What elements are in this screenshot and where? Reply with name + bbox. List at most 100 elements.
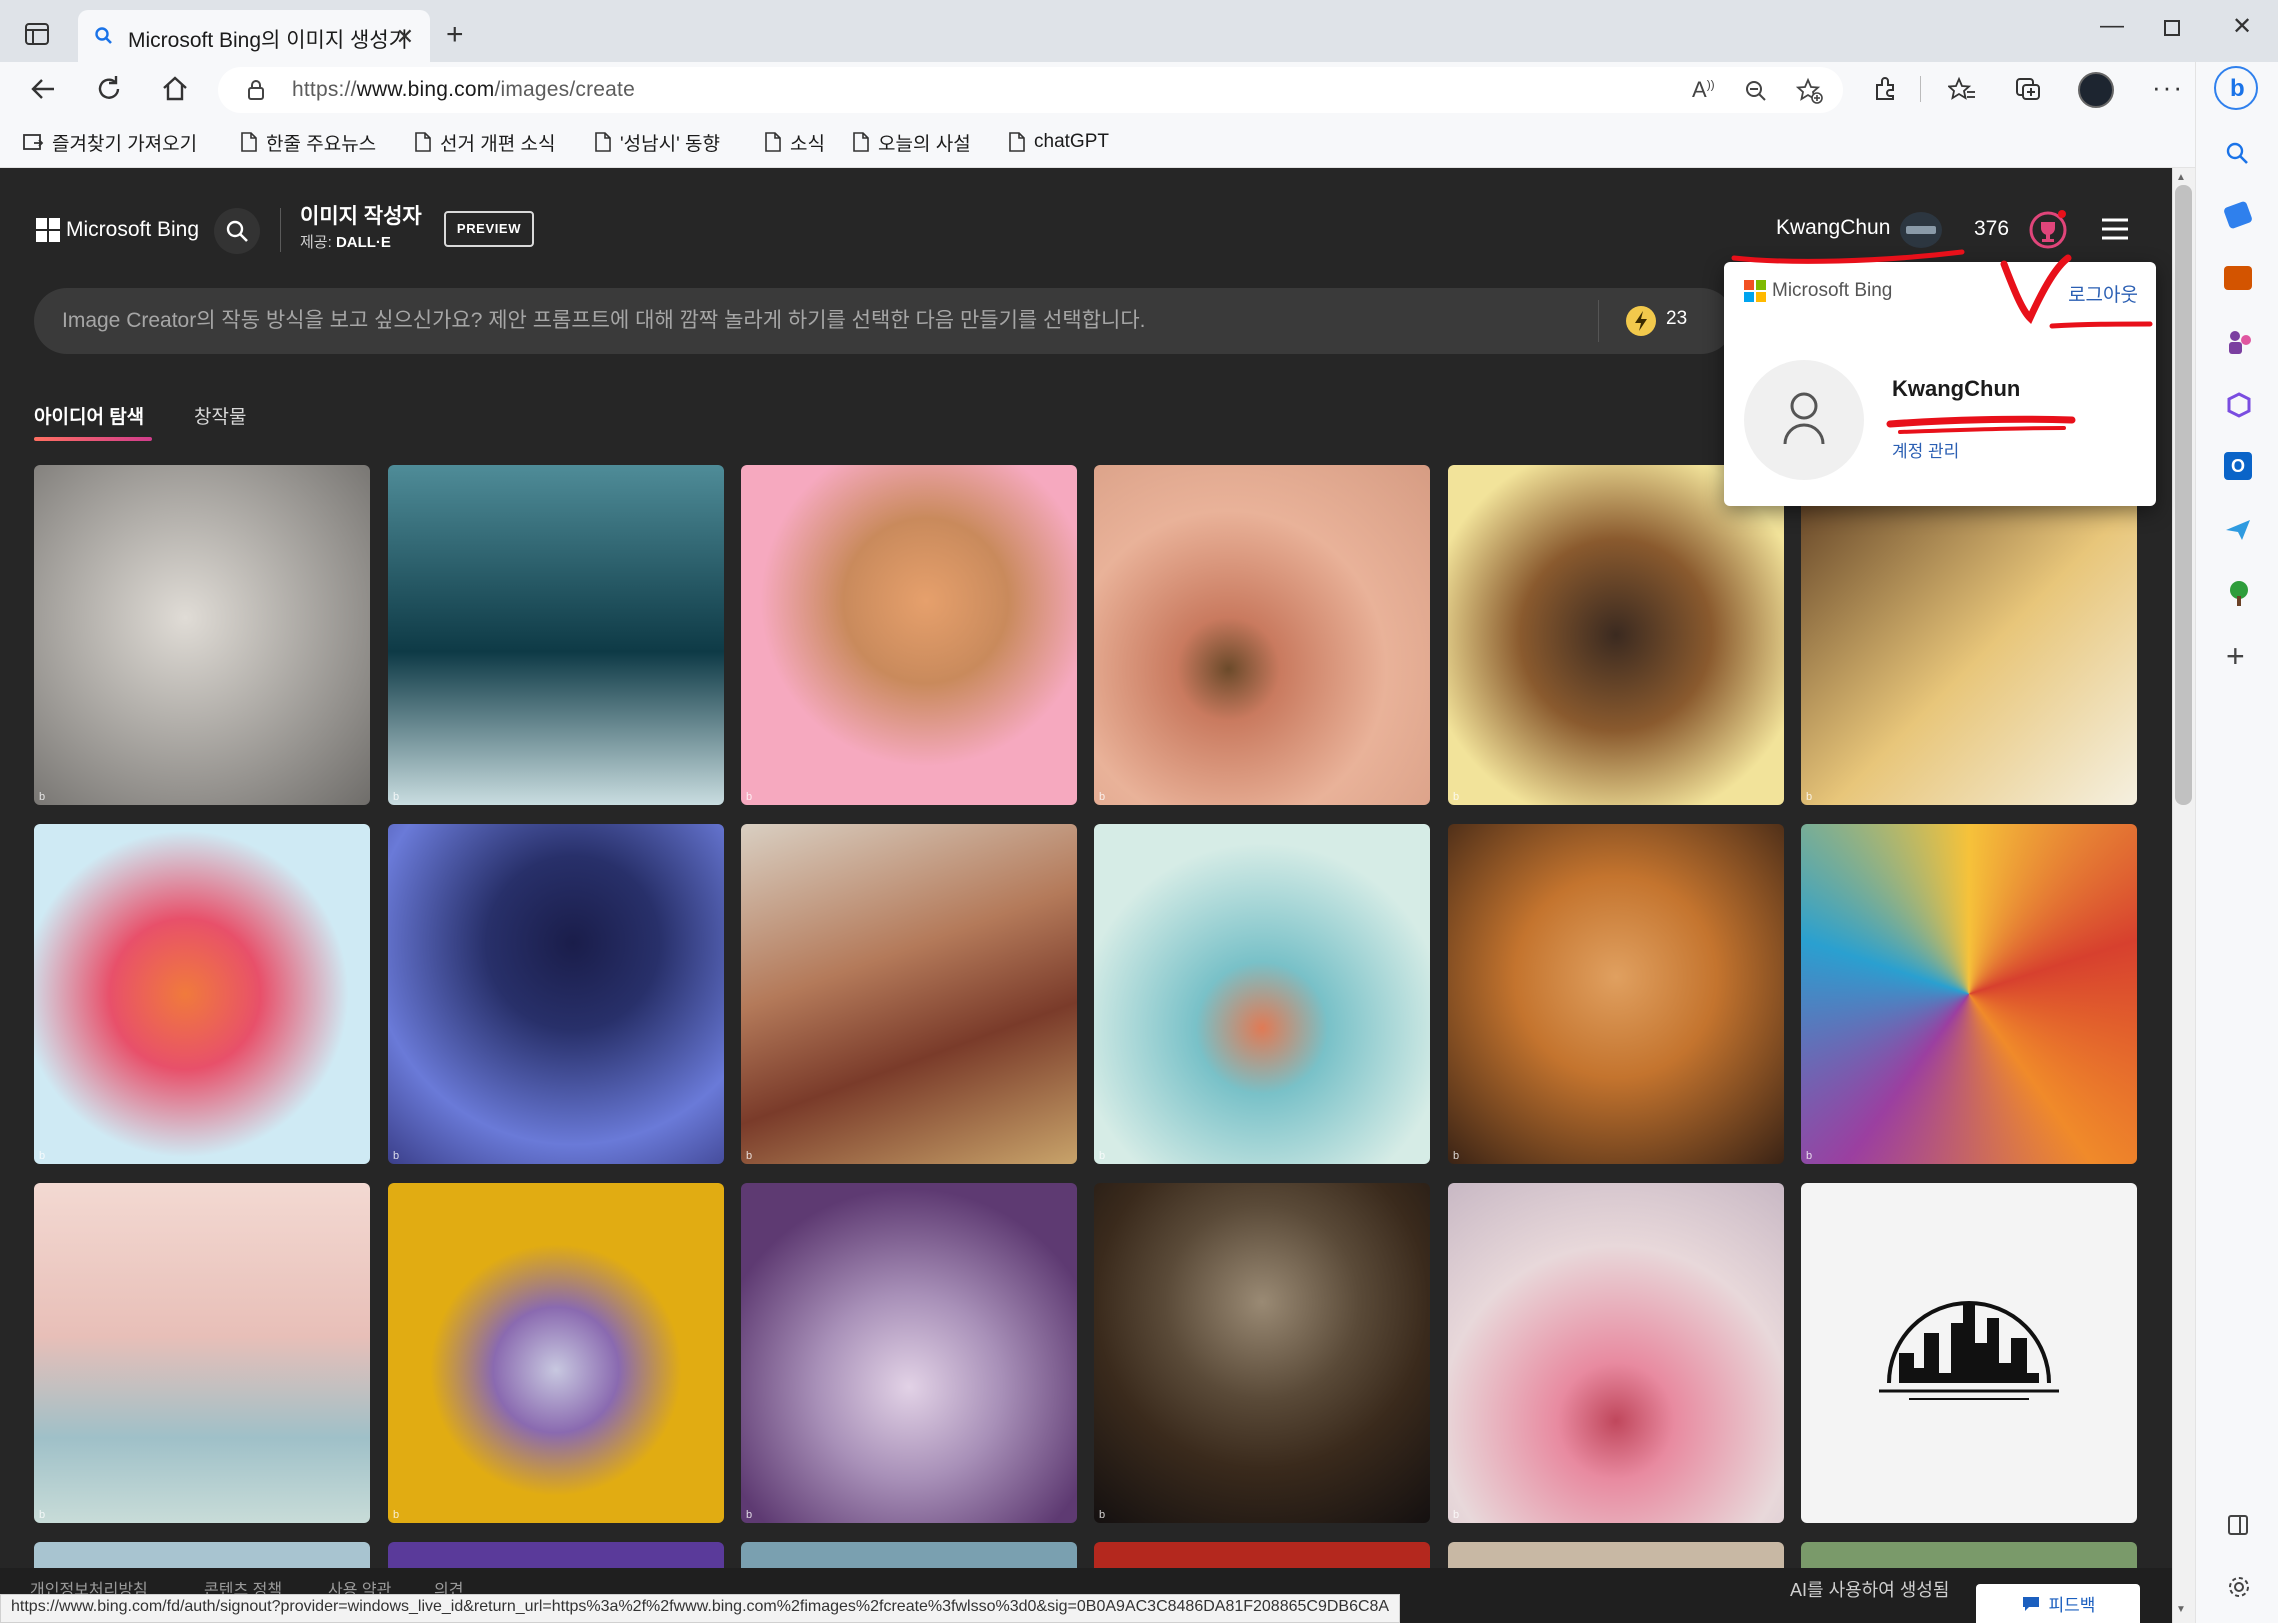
- maximize-icon[interactable]: [2164, 20, 2180, 36]
- page-subtitle: 제공: DALL·E: [300, 234, 391, 251]
- manage-account-link[interactable]: 계정 관리: [1892, 437, 1959, 462]
- home-icon[interactable]: [160, 74, 190, 104]
- gallery-image[interactable]: b: [34, 824, 370, 1164]
- popup-avatar: [1744, 360, 1864, 480]
- scroll-down-icon[interactable]: ▼: [2176, 1604, 2186, 1615]
- boost-lightning-icon: [1626, 306, 1656, 336]
- bing-chat-icon[interactable]: b: [2214, 66, 2258, 110]
- favorites-icon[interactable]: [1948, 76, 1976, 102]
- send-icon[interactable]: [2224, 518, 2252, 542]
- favorite-item[interactable]: 오늘의 사설: [852, 128, 971, 156]
- gallery-image[interactable]: b: [1448, 824, 1784, 1164]
- gallery-image[interactable]: b: [1094, 824, 1430, 1164]
- address-bar[interactable]: https://www.bing.com/images/create A)): [218, 67, 1843, 113]
- read-aloud-icon[interactable]: A)): [1692, 77, 1715, 103]
- search-icon: [226, 220, 248, 242]
- favorite-item[interactable]: 한줄 주요뉴스: [240, 128, 376, 156]
- rewards-trophy-icon[interactable]: [2028, 210, 2068, 250]
- bing-watermark: b: [393, 1509, 400, 1521]
- add-favorite-icon[interactable]: [1796, 77, 1824, 105]
- minimize-icon[interactable]: —: [2100, 12, 2124, 40]
- hamburger-menu-icon[interactable]: [2100, 217, 2130, 243]
- outlook-icon[interactable]: O: [2224, 452, 2252, 480]
- bing-watermark: b: [1099, 791, 1106, 803]
- gallery-image[interactable]: b: [388, 824, 724, 1164]
- sidebar-search-icon[interactable]: [2224, 140, 2250, 166]
- person-icon: [1783, 392, 1825, 445]
- favorite-item[interactable]: 소식: [764, 128, 825, 156]
- microsoft-color-logo-icon: [1744, 280, 1766, 302]
- favorite-item[interactable]: 선거 개편 소식: [414, 128, 555, 156]
- bing-watermark: b: [39, 1150, 46, 1162]
- hide-sidebar-icon[interactable]: [2228, 1515, 2248, 1535]
- scroll-up-icon[interactable]: ▲: [2176, 172, 2186, 183]
- bing-logo-text[interactable]: Microsoft Bing: [66, 218, 199, 242]
- favorite-item[interactable]: '성남시' 동향: [594, 128, 720, 156]
- tree-icon[interactable]: [2226, 580, 2252, 608]
- preview-badge: PREVIEW: [444, 211, 534, 247]
- close-tab-icon[interactable]: ✕: [396, 24, 414, 50]
- microsoft-logo-icon[interactable]: [36, 218, 60, 242]
- extensions-icon[interactable]: [1873, 76, 1899, 102]
- favorite-label: chatGPT: [1034, 131, 1109, 152]
- favorite-import[interactable]: 즐겨찾기 가져오기: [22, 128, 197, 156]
- gallery-image[interactable]: b: [388, 1183, 724, 1523]
- prompt-input[interactable]: [62, 288, 1602, 354]
- gallery-image[interactable]: b: [34, 1183, 370, 1523]
- page-icon: [853, 132, 869, 152]
- prompt-divider: [1598, 300, 1599, 342]
- office-icon[interactable]: [2226, 392, 2252, 418]
- settings-more-icon[interactable]: ···: [2152, 72, 2184, 103]
- bing-watermark: b: [1453, 1150, 1460, 1162]
- header-username[interactable]: KwangChun: [1776, 216, 1890, 240]
- popup-brand: Microsoft Bing: [1772, 280, 1893, 301]
- gallery-image[interactable]: b: [1448, 465, 1784, 805]
- chat-bubble-icon: [2022, 1596, 2039, 1611]
- lock-icon[interactable]: [246, 79, 266, 101]
- search-button[interactable]: [214, 208, 260, 254]
- add-sidebar-app-icon[interactable]: +: [2226, 640, 2245, 672]
- bing-watermark: b: [1099, 1509, 1106, 1521]
- games-icon[interactable]: [2226, 328, 2252, 356]
- rewards-points[interactable]: 376: [1974, 217, 2009, 241]
- favorite-label: 선거 개편 소식: [440, 133, 556, 155]
- gallery-image[interactable]: b: [388, 465, 724, 805]
- active-tab-indicator: [34, 437, 152, 441]
- favorite-label: 오늘의 사설: [878, 133, 971, 155]
- browser-tab-active[interactable]: Microsoft Bing의 이미지 생성기 ✕: [78, 10, 430, 62]
- gallery-image[interactable]: b: [741, 465, 1077, 805]
- new-tab-icon[interactable]: +: [446, 20, 464, 50]
- gallery-image[interactable]: b: [741, 1183, 1077, 1523]
- tab-explore-ideas[interactable]: 아이디어 탐색: [34, 402, 144, 429]
- gallery-image[interactable]: b: [1448, 1183, 1784, 1523]
- favorite-label: 소식: [790, 133, 825, 155]
- bing-search-favicon-icon: [94, 26, 114, 46]
- gallery-image[interactable]: b: [741, 824, 1077, 1164]
- gallery-image[interactable]: b: [1094, 465, 1430, 805]
- tab-creations[interactable]: 창작물: [194, 402, 246, 429]
- zoom-out-icon[interactable]: [1744, 79, 1768, 103]
- tools-briefcase-icon[interactable]: [2224, 266, 2252, 290]
- close-window-icon[interactable]: ✕: [2232, 12, 2252, 41]
- sidebar-settings-icon[interactable]: [2226, 1574, 2252, 1600]
- tab-actions-icon[interactable]: [24, 22, 50, 46]
- gallery-image[interactable]: b: [1801, 824, 2137, 1164]
- gallery-image[interactable]: b: [1094, 1183, 1430, 1523]
- gallery-image[interactable]: b: [1801, 465, 2137, 805]
- prompt-bar: [34, 288, 1734, 354]
- bing-watermark: b: [393, 791, 400, 803]
- favorite-item[interactable]: chatGPT: [1008, 128, 1109, 156]
- page-icon: [241, 132, 257, 152]
- scrollbar-thumb[interactable]: [2175, 185, 2192, 805]
- bing-watermark: b: [1806, 1150, 1813, 1162]
- back-icon[interactable]: [28, 74, 58, 104]
- refresh-icon[interactable]: [94, 74, 124, 104]
- gallery-image[interactable]: b: [34, 465, 370, 805]
- profile-avatar[interactable]: [2078, 72, 2114, 108]
- gallery-image[interactable]: [1801, 1183, 2137, 1523]
- annotation-underline-popup-username: [1886, 415, 2076, 434]
- collections-icon[interactable]: [2014, 76, 2042, 102]
- feedback-button[interactable]: 피드백: [1976, 1584, 2140, 1623]
- favorite-label: 한줄 주요뉴스: [266, 133, 377, 155]
- page-icon: [415, 132, 431, 152]
